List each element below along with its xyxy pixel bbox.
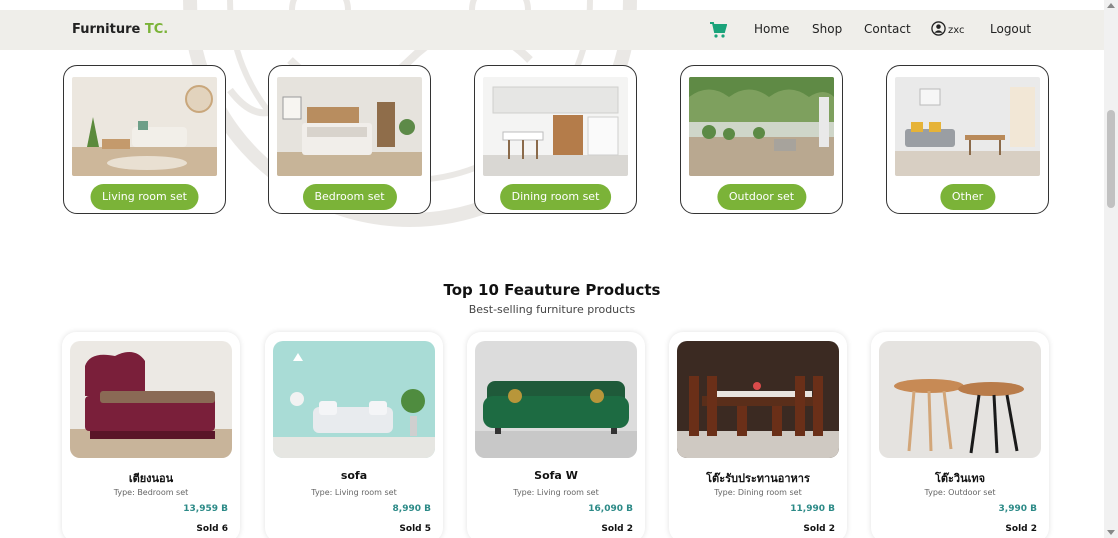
cart-icon[interactable] [709,21,727,39]
product-price: 11,990 B [790,504,835,514]
product-type: Type: Bedroom set [113,488,189,497]
category-button-other[interactable]: Other [939,184,996,210]
user-name: zxc [948,25,965,36]
product-image [879,341,1041,458]
product-card[interactable]: Sofa W Type: Living room set 16,090 B So… [467,332,645,538]
product-type: Type: Living room set [513,488,599,497]
scroll-down-arrow-icon[interactable] [1107,530,1115,535]
nav-contact-link[interactable]: Contact [864,22,911,36]
product-name: เตียงนอน [128,472,174,485]
product-price: 3,990 B [998,504,1037,514]
product-card[interactable]: โต๊ะรับประทานอาหาร Type: Dining room set… [669,332,847,538]
nav-shop-link[interactable]: Shop [812,22,842,36]
product-image [475,341,637,458]
brand-logo[interactable]: Furniture TC. [72,22,168,37]
product-type: Type: Outdoor set [924,488,996,497]
category-image-outdoor [689,77,834,176]
product-image [677,341,839,458]
category-image-other [895,77,1040,176]
product-image [273,341,435,458]
category-button-living-room[interactable]: Living room set [90,184,199,210]
user-circle-icon [931,21,946,36]
product-name: sofa [340,469,368,482]
scroll-up-arrow-icon[interactable] [1107,3,1115,8]
product-sold-count: Sold 2 [803,524,835,534]
featured-subtitle: Best-selling furniture products [468,303,636,316]
product-name: โต๊ะรับประทานอาหาร [706,472,810,485]
product-sold-count: Sold 2 [1005,524,1037,534]
product-price: 8,990 B [392,504,431,514]
product-name: Sofa W [534,469,578,482]
featured-title: Top 10 Feauture Products [443,281,661,299]
product-card[interactable]: sofa Type: Living room set 8,990 B Sold … [265,332,443,538]
nav-home-link[interactable]: Home [754,22,789,36]
product-name: โต๊ะวินเทจ [934,472,986,485]
nav-user-menu[interactable]: zxc [931,21,965,36]
category-card-outdoor[interactable]: Outdoor set [680,65,843,214]
product-price: 16,090 B [588,504,633,514]
category-card-bedroom[interactable]: Bedroom set [268,65,431,214]
category-card-living-room[interactable]: Living room set [63,65,226,214]
product-type: Type: Living room set [311,488,397,497]
top-navbar: Furniture TC. Home Shop Contact zxc Logo… [0,10,1104,50]
scrollbar-thumb[interactable] [1107,110,1115,208]
product-sold-count: Sold 2 [601,524,633,534]
product-card[interactable]: เตียงนอน Type: Bedroom set 13,959 B Sold… [62,332,240,538]
page-scrollbar[interactable] [1104,0,1118,538]
product-image [70,341,232,458]
category-card-other[interactable]: Other [886,65,1049,214]
nav-logout-link[interactable]: Logout [990,22,1031,36]
product-type: Type: Dining room set [714,488,802,497]
category-image-dining-room [483,77,628,176]
brand-accent: TC. [144,22,169,37]
category-button-bedroom[interactable]: Bedroom set [302,184,397,210]
product-card[interactable]: โต๊ะวินเทจ Type: Outdoor set 3,990 B Sol… [871,332,1049,538]
category-button-dining-room[interactable]: Dining room set [499,184,612,210]
category-image-bedroom [277,77,422,176]
category-button-outdoor[interactable]: Outdoor set [716,184,807,210]
brand-name: Furniture [72,22,145,37]
product-sold-count: Sold 6 [196,524,228,534]
category-image-living-room [72,77,217,176]
product-price: 13,959 B [183,504,228,514]
category-card-dining-room[interactable]: Dining room set [474,65,637,214]
product-sold-count: Sold 5 [399,524,431,534]
